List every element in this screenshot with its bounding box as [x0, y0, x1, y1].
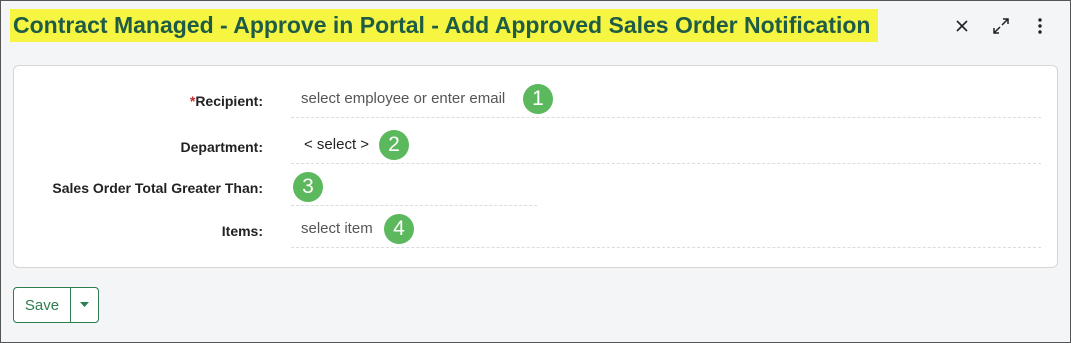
callout-badge-1: 1	[523, 84, 553, 114]
recipient-placeholder: select employee or enter email	[301, 90, 506, 107]
save-options-dropdown[interactable]	[71, 288, 98, 322]
save-button-group: Save	[13, 287, 99, 323]
recipient-input[interactable]: select employee or enter email	[291, 90, 1041, 118]
sales-order-total-label: Sales Order Total Greater Than:	[52, 180, 263, 196]
dialog-header: Contract Managed - Approve in Portal - A…	[1, 1, 1070, 57]
caret-down-icon	[80, 302, 89, 307]
expand-button[interactable]	[988, 13, 1014, 39]
save-button[interactable]: Save	[14, 288, 71, 322]
recipient-label: *Recipient:	[190, 93, 263, 109]
items-label: Items:	[221, 223, 263, 239]
recipient-label-text: Recipient:	[195, 93, 263, 109]
more-options-button[interactable]	[1027, 13, 1053, 39]
close-icon	[956, 20, 968, 32]
dialog-title: Contract Managed - Approve in Portal - A…	[10, 9, 879, 42]
more-vertical-icon	[1038, 18, 1042, 34]
sales-order-total-input[interactable]	[291, 176, 537, 206]
notification-form: *Recipient: select employee or enter ema…	[13, 65, 1058, 268]
department-value: < select >	[304, 136, 370, 153]
department-label: Department:	[180, 139, 263, 155]
callout-badge-2: 2	[379, 130, 409, 160]
close-button[interactable]	[949, 13, 975, 39]
expand-icon	[993, 18, 1009, 34]
callout-badge-4: 4	[384, 214, 414, 244]
items-placeholder: select item	[301, 220, 373, 237]
callout-badge-3: 3	[293, 172, 323, 202]
